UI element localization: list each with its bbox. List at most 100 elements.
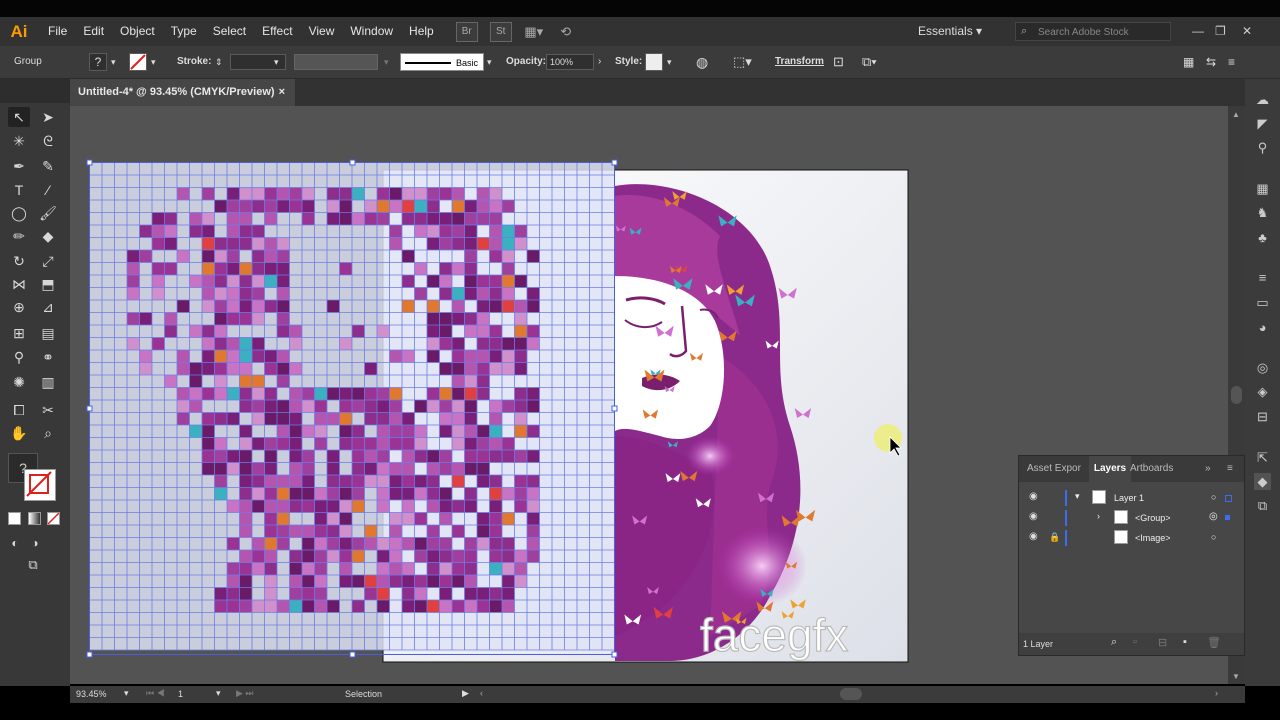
visibility-eye-icon[interactable]: ◉ xyxy=(1029,512,1039,522)
brush-dropdown-icon[interactable]: ▾ xyxy=(487,46,492,78)
tab-layers[interactable]: Layers xyxy=(1089,456,1131,482)
arrange-panels-icon[interactable]: ▦ xyxy=(1183,46,1194,78)
zoom-dropdown-icon[interactable]: ▾ xyxy=(124,688,129,699)
menu-select[interactable]: Select xyxy=(205,17,254,46)
minimize-icon[interactable]: — xyxy=(1192,17,1204,46)
perspective-grid-tool-icon[interactable]: ⊿ xyxy=(37,297,59,317)
graphic-styles-icon[interactable]: ◈ xyxy=(1254,383,1271,400)
magic-wand-tool-icon[interactable]: ✳ xyxy=(8,131,30,151)
opacity-label[interactable]: Opacity: xyxy=(506,46,546,78)
locate-object-icon[interactable]: ⌕ xyxy=(1111,636,1117,649)
brush-definition[interactable]: Basic xyxy=(400,53,484,71)
target-icon[interactable]: ○ xyxy=(1211,532,1216,542)
brushes-icon[interactable]: ♣ xyxy=(1254,229,1271,246)
scroll-right-icon[interactable]: › xyxy=(1215,688,1218,698)
color-guide-icon[interactable]: ⚲ xyxy=(1254,139,1271,156)
panel-toggle-icon[interactable]: ⇆ xyxy=(1206,46,1216,78)
swatches-icon[interactable]: ▦ xyxy=(1254,180,1271,197)
variable-width-profile[interactable] xyxy=(294,54,378,70)
layer-name[interactable]: Layer 1 xyxy=(1114,493,1144,503)
libraries-icon[interactable]: ☁ xyxy=(1254,91,1271,108)
target-icon[interactable]: ○ xyxy=(1211,492,1216,502)
scale-tool-icon[interactable]: ⤢ xyxy=(37,251,59,271)
handle-top-middle[interactable] xyxy=(349,159,356,166)
new-layer-icon[interactable]: ▪ xyxy=(1183,636,1187,648)
image-row[interactable]: ◉ 🔒 <Image> ○ xyxy=(1019,528,1244,548)
eyedropper-tool-icon[interactable]: ⚲ xyxy=(8,347,30,367)
selection-indicator[interactable] xyxy=(1225,495,1232,502)
scroll-left-icon[interactable]: ‹ xyxy=(480,688,483,698)
zoom-tool-icon[interactable]: ⌕ xyxy=(37,423,59,443)
opacity-input[interactable]: 100% xyxy=(546,54,594,70)
gradient-tool-icon[interactable]: ▤ xyxy=(37,323,59,343)
gradient-panel-icon[interactable]: ▭ xyxy=(1254,294,1271,311)
handle-top-right[interactable] xyxy=(611,159,618,166)
group-name[interactable]: <Group> xyxy=(1135,513,1171,523)
artboards-icon[interactable]: ⧉ xyxy=(1254,497,1271,514)
gpu-performance-icon[interactable]: ⟲ xyxy=(556,23,576,41)
graphic-style-swatch[interactable] xyxy=(645,53,663,71)
close-window-icon[interactable]: ✕ xyxy=(1242,17,1252,46)
hand-tool-icon[interactable]: ✋ xyxy=(8,423,30,443)
first-artboard-icon[interactable]: ⏮ ◀ xyxy=(146,688,165,699)
pencil-tool-icon[interactable]: ✏ xyxy=(8,226,30,246)
handle-middle-left[interactable] xyxy=(86,405,93,412)
menu-window[interactable]: Window xyxy=(342,17,401,46)
stroke-swatch[interactable] xyxy=(129,53,147,71)
transform-button[interactable]: Transform xyxy=(775,46,824,78)
column-graph-tool-icon[interactable]: ▥ xyxy=(37,372,59,392)
selected-art-indicator[interactable] xyxy=(1225,515,1230,520)
menu-help[interactable]: Help xyxy=(401,17,442,46)
scroll-thumb[interactable] xyxy=(1231,386,1242,404)
stroke-color-indicator[interactable] xyxy=(24,469,56,501)
selection-tool-icon[interactable]: ↖ xyxy=(8,107,30,127)
free-transform-tool-icon[interactable]: ⬒ xyxy=(37,274,59,294)
eraser-tool-icon[interactable]: ◆ xyxy=(37,226,59,246)
paintbrush-tool-icon[interactable]: 🖌 xyxy=(37,203,59,223)
target-selected-icon[interactable]: ◎ xyxy=(1209,511,1218,522)
zoom-level[interactable]: 93.45% xyxy=(76,689,107,699)
menu-view[interactable]: View xyxy=(301,17,343,46)
profile-dropdown-icon[interactable]: ▾ xyxy=(384,46,389,78)
line-tool-icon[interactable]: ⁄ xyxy=(37,180,59,200)
style-dropdown-icon[interactable]: ▾ xyxy=(667,46,672,78)
handle-bottom-middle[interactable] xyxy=(349,651,356,658)
handle-top-left[interactable] xyxy=(86,159,93,166)
handle-bottom-left[interactable] xyxy=(86,651,93,658)
draw-behind-icon[interactable]: ◑ xyxy=(24,533,46,553)
recolor-artwork-icon[interactable]: ◍ xyxy=(696,46,708,78)
workspace-switcher[interactable]: Essentials ▾ xyxy=(918,17,982,46)
stroke-dropdown-icon[interactable]: ▾ xyxy=(151,46,156,78)
arrange-documents-icon[interactable]: ▦▾ xyxy=(524,23,544,41)
isolate-group-icon[interactable]: ⊡ xyxy=(833,46,844,78)
slice-tool-icon[interactable]: ✂ xyxy=(37,400,59,420)
direct-selection-tool-icon[interactable]: ➤ xyxy=(37,107,59,127)
transparency-icon[interactable]: ◕ xyxy=(1254,319,1271,336)
collapse-panel-icon[interactable]: » xyxy=(1205,456,1211,482)
opacity-arrow-icon[interactable]: › xyxy=(598,46,601,78)
scroll-up-icon[interactable]: ▲ xyxy=(1232,110,1240,119)
stroke-panel-icon[interactable]: ≡ xyxy=(1254,269,1271,286)
bridge-button[interactable]: Br xyxy=(455,21,478,42)
color-mode-icon[interactable] xyxy=(8,512,21,525)
symbol-sprayer-tool-icon[interactable]: ✺ xyxy=(8,372,30,392)
stroke-stepper-icon[interactable]: ⇕ xyxy=(215,46,223,78)
artboard-dropdown-icon[interactable]: ▾ xyxy=(216,688,221,699)
stock-button[interactable]: St xyxy=(489,21,512,42)
scroll-down-icon[interactable]: ▼ xyxy=(1232,672,1240,681)
fill-dropdown-icon[interactable]: ▾ xyxy=(111,46,116,78)
shape-builder-tool-icon[interactable]: ⊕ xyxy=(8,297,30,317)
appearance-icon[interactable]: ◎ xyxy=(1254,359,1271,376)
image-name[interactable]: <Image> xyxy=(1135,533,1171,543)
properties-icon[interactable]: ◤ xyxy=(1254,115,1271,132)
mesh-tool-icon[interactable]: ⊞ xyxy=(8,323,30,343)
pen-tool-icon[interactable]: ✒ xyxy=(8,156,30,176)
lasso-tool-icon[interactable]: ᘓ xyxy=(37,131,59,151)
fill-swatch[interactable]: ? xyxy=(89,53,107,71)
restore-icon[interactable]: ❐ xyxy=(1215,17,1226,46)
artboard-tool-icon[interactable]: ⧠ xyxy=(8,400,30,420)
menu-effect[interactable]: Effect xyxy=(254,17,300,46)
pathfinder-icon[interactable]: ⧉▾ xyxy=(862,46,877,78)
type-tool-icon[interactable]: T xyxy=(8,180,30,200)
handle-bottom-right[interactable] xyxy=(611,651,618,658)
